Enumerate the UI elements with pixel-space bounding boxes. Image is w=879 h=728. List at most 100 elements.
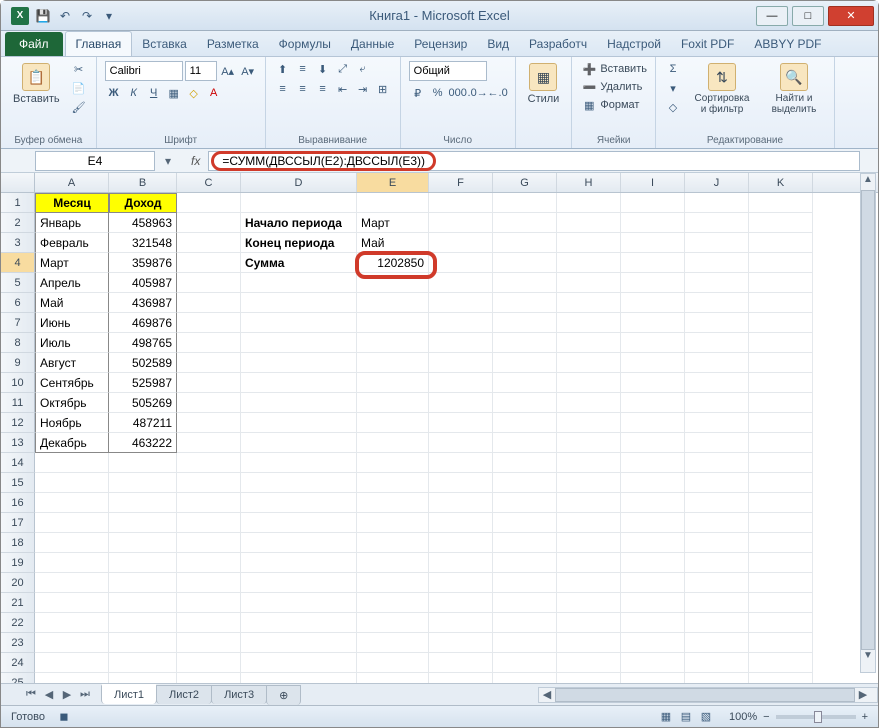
col-header-F[interactable]: F: [429, 173, 493, 192]
cell-E20[interactable]: [357, 573, 429, 593]
col-header-J[interactable]: J: [685, 173, 749, 192]
name-box[interactable]: E4: [35, 151, 155, 171]
cell-C3[interactable]: [177, 233, 241, 253]
cell-F22[interactable]: [429, 613, 493, 633]
row-header-19[interactable]: 19: [1, 553, 35, 573]
find-select-button[interactable]: 🔍 Найти и выделить: [762, 61, 826, 117]
cell-A3[interactable]: Февраль: [35, 233, 109, 253]
cell-D22[interactable]: [241, 613, 357, 633]
cell-A20[interactable]: [35, 573, 109, 593]
qat-dropdown-icon[interactable]: ▾: [101, 8, 117, 24]
cell-I19[interactable]: [621, 553, 685, 573]
row-header-14[interactable]: 14: [1, 453, 35, 473]
cell-K9[interactable]: [749, 353, 813, 373]
cell-E24[interactable]: [357, 653, 429, 673]
v-scroll-thumb[interactable]: [861, 190, 875, 650]
tab-data[interactable]: Данные: [341, 32, 404, 56]
fx-icon[interactable]: fx: [191, 154, 200, 168]
row-header-12[interactable]: 12: [1, 413, 35, 433]
cell-C8[interactable]: [177, 333, 241, 353]
clear-icon[interactable]: ◇: [664, 99, 682, 115]
cell-E12[interactable]: [357, 413, 429, 433]
cell-A4[interactable]: Март: [35, 253, 109, 273]
cell-J20[interactable]: [685, 573, 749, 593]
cell-D7[interactable]: [241, 313, 357, 333]
cell-K12[interactable]: [749, 413, 813, 433]
cell-I1[interactable]: [621, 193, 685, 213]
cell-K19[interactable]: [749, 553, 813, 573]
cell-E4[interactable]: 1202850: [357, 253, 429, 273]
cell-H2[interactable]: [557, 213, 621, 233]
styles-button[interactable]: ▦ Стили: [524, 61, 564, 107]
cell-K6[interactable]: [749, 293, 813, 313]
cell-E11[interactable]: [357, 393, 429, 413]
cell-H20[interactable]: [557, 573, 621, 593]
row-header-15[interactable]: 15: [1, 473, 35, 493]
row-header-9[interactable]: 9: [1, 353, 35, 373]
format-cells-icon[interactable]: ▦: [580, 97, 598, 113]
cell-A15[interactable]: [35, 473, 109, 493]
cell-G1[interactable]: [493, 193, 557, 213]
cell-E1[interactable]: [357, 193, 429, 213]
cell-I23[interactable]: [621, 633, 685, 653]
cell-F19[interactable]: [429, 553, 493, 573]
cell-H8[interactable]: [557, 333, 621, 353]
cell-B5[interactable]: 405987: [109, 273, 177, 293]
cell-J19[interactable]: [685, 553, 749, 573]
format-painter-icon[interactable]: 🖌: [70, 99, 88, 115]
cell-F15[interactable]: [429, 473, 493, 493]
cell-A16[interactable]: [35, 493, 109, 513]
cell-I21[interactable]: [621, 593, 685, 613]
cell-G4[interactable]: [493, 253, 557, 273]
align-top-icon[interactable]: ⬆: [274, 61, 292, 77]
cell-D3[interactable]: Конец периода: [241, 233, 357, 253]
cell-B1[interactable]: Доход: [109, 193, 177, 213]
cell-D24[interactable]: [241, 653, 357, 673]
cell-C7[interactable]: [177, 313, 241, 333]
cell-D12[interactable]: [241, 413, 357, 433]
cell-J2[interactable]: [685, 213, 749, 233]
cell-B2[interactable]: 458963: [109, 213, 177, 233]
col-header-I[interactable]: I: [621, 173, 685, 192]
cell-G7[interactable]: [493, 313, 557, 333]
increase-font-icon[interactable]: A▴: [219, 63, 237, 79]
cell-I15[interactable]: [621, 473, 685, 493]
cell-B14[interactable]: [109, 453, 177, 473]
tab-addins[interactable]: Надстрой: [597, 32, 671, 56]
cell-E19[interactable]: [357, 553, 429, 573]
row-header-21[interactable]: 21: [1, 593, 35, 613]
cell-K13[interactable]: [749, 433, 813, 453]
cell-D9[interactable]: [241, 353, 357, 373]
decrease-font-icon[interactable]: A▾: [239, 63, 257, 79]
sheet-nav-last-icon[interactable]: ⏭: [77, 688, 93, 701]
cell-G8[interactable]: [493, 333, 557, 353]
cell-G18[interactable]: [493, 533, 557, 553]
cell-C15[interactable]: [177, 473, 241, 493]
cell-D21[interactable]: [241, 593, 357, 613]
cell-A14[interactable]: [35, 453, 109, 473]
row-header-3[interactable]: 3: [1, 233, 35, 253]
fill-icon[interactable]: ▾: [664, 80, 682, 96]
fill-color-icon[interactable]: ◇: [185, 85, 203, 101]
cell-J15[interactable]: [685, 473, 749, 493]
row-header-10[interactable]: 10: [1, 373, 35, 393]
cell-G2[interactable]: [493, 213, 557, 233]
row-header-7[interactable]: 7: [1, 313, 35, 333]
font-size-select[interactable]: [185, 61, 217, 81]
scroll-up-icon[interactable]: ▲: [861, 174, 875, 190]
row-header-8[interactable]: 8: [1, 333, 35, 353]
cell-G15[interactable]: [493, 473, 557, 493]
row-header-17[interactable]: 17: [1, 513, 35, 533]
cell-J12[interactable]: [685, 413, 749, 433]
tab-review[interactable]: Рецензир: [404, 32, 477, 56]
cell-J21[interactable]: [685, 593, 749, 613]
cell-I22[interactable]: [621, 613, 685, 633]
cell-I5[interactable]: [621, 273, 685, 293]
cell-A12[interactable]: Ноябрь: [35, 413, 109, 433]
scroll-left-icon[interactable]: ◀: [539, 688, 555, 702]
cell-H23[interactable]: [557, 633, 621, 653]
cell-B16[interactable]: [109, 493, 177, 513]
cell-C13[interactable]: [177, 433, 241, 453]
decrease-indent-icon[interactable]: ⇤: [334, 81, 352, 97]
scroll-down-icon[interactable]: ▼: [861, 650, 875, 666]
